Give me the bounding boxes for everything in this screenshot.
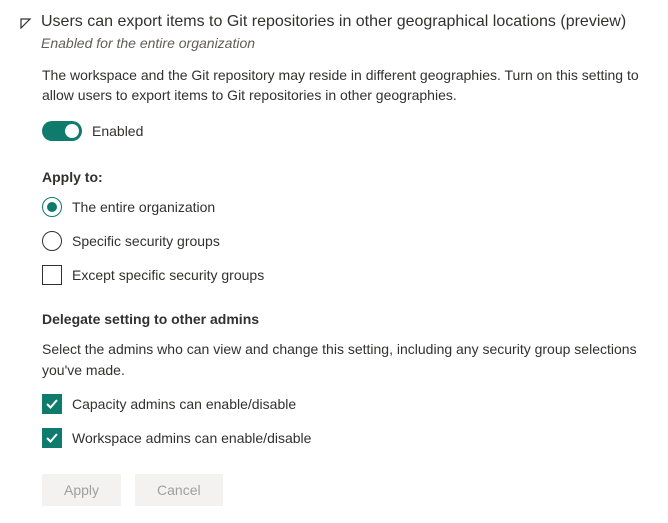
collapse-icon[interactable] xyxy=(20,16,31,32)
radio-icon xyxy=(42,197,62,217)
apply-heading: Apply to: xyxy=(42,169,648,185)
radio-icon xyxy=(42,231,62,251)
checkbox-icon xyxy=(42,394,62,414)
setting-title: Users can export items to Git repositori… xyxy=(41,12,648,33)
radio-label: Specific security groups xyxy=(72,233,220,249)
enable-toggle[interactable] xyxy=(42,121,82,141)
apply-button[interactable]: Apply xyxy=(42,474,121,506)
toggle-label: Enabled xyxy=(92,123,143,139)
checkbox-except-groups[interactable]: Except specific security groups xyxy=(42,265,648,285)
delegate-heading: Delegate setting to other admins xyxy=(42,311,648,327)
checkbox-label: Except specific security groups xyxy=(72,267,264,283)
checkbox-workspace-admins[interactable]: Workspace admins can enable/disable xyxy=(42,428,648,448)
checkbox-icon xyxy=(42,265,62,285)
cancel-button[interactable]: Cancel xyxy=(135,474,223,506)
radio-entire-org[interactable]: The entire organization xyxy=(42,197,648,217)
radio-label: The entire organization xyxy=(72,199,215,215)
checkbox-capacity-admins[interactable]: Capacity admins can enable/disable xyxy=(42,394,648,414)
setting-status: Enabled for the entire organization xyxy=(41,35,648,51)
delegate-description: Select the admins who can view and chang… xyxy=(42,339,648,380)
checkbox-icon xyxy=(42,428,62,448)
checkbox-label: Workspace admins can enable/disable xyxy=(72,430,311,446)
setting-description: The workspace and the Git repository may… xyxy=(42,65,648,106)
radio-specific-groups[interactable]: Specific security groups xyxy=(42,231,648,251)
checkbox-label: Capacity admins can enable/disable xyxy=(72,396,296,412)
